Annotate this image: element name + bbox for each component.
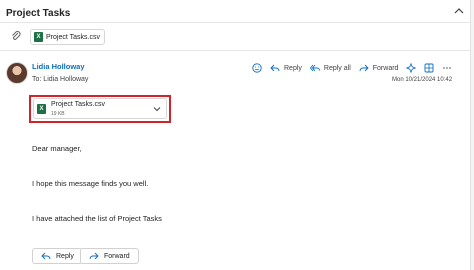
mail-subject: Project Tasks (6, 8, 71, 19)
forward-icon (89, 252, 99, 260)
sender-name[interactable]: Lidia Holloway (32, 62, 85, 71)
more-actions-button[interactable] (438, 61, 456, 75)
reading-pane: Project Tasks X Project Tasks.csv Lidia … (0, 0, 471, 270)
reply-all-button[interactable]: Reply all (306, 61, 355, 75)
bottom-forward-button[interactable]: Forward (80, 248, 139, 264)
grid-icon (425, 63, 434, 73)
recipient-line: To: Lidia Holloway (32, 76, 88, 83)
copilot-button[interactable] (402, 61, 420, 75)
reply-all-icon (309, 64, 320, 72)
to-label: To: (32, 76, 42, 83)
collapse-chevron-icon[interactable] (452, 4, 466, 18)
reply-label: Reply (284, 64, 302, 72)
body-line-1: I hope this message finds you well. (32, 179, 149, 188)
smiley-icon (252, 63, 262, 73)
attachment-chip-label: Project Tasks.csv (46, 33, 100, 41)
excel-file-icon: X (34, 32, 43, 42)
header-divider (0, 22, 470, 23)
forward-label: Forward (372, 64, 399, 72)
body-line-2: I have attached the list of Project Task… (32, 214, 162, 223)
message-toolbar: Reply Reply all Forward (248, 61, 456, 75)
paperclip-icon (12, 31, 21, 40)
bottom-reply-button[interactable]: Reply (32, 248, 83, 264)
sparkle-icon (406, 63, 417, 73)
reply-button[interactable]: Reply (266, 61, 306, 75)
forward-button[interactable]: Forward (355, 61, 403, 75)
avatar[interactable] (6, 62, 28, 84)
forward-icon (359, 64, 369, 72)
attachments-divider (0, 50, 470, 51)
attachment-highlight-box (29, 95, 171, 123)
recipient-name[interactable]: Lidia Holloway (43, 76, 88, 83)
reply-icon (41, 252, 51, 260)
bottom-forward-label: Forward (104, 252, 130, 260)
ellipsis-icon (443, 67, 452, 69)
reply-icon (270, 64, 280, 72)
sent-date: Mon 10/21/2024 10:42 (392, 77, 453, 83)
reply-all-label: Reply all (323, 64, 351, 72)
body-greeting: Dear manager, (32, 144, 82, 153)
attachment-chip[interactable]: X Project Tasks.csv (30, 29, 105, 45)
bottom-reply-label: Reply (56, 252, 74, 260)
more-apps-button[interactable] (420, 61, 438, 75)
emoji-reaction-button[interactable] (248, 61, 266, 75)
